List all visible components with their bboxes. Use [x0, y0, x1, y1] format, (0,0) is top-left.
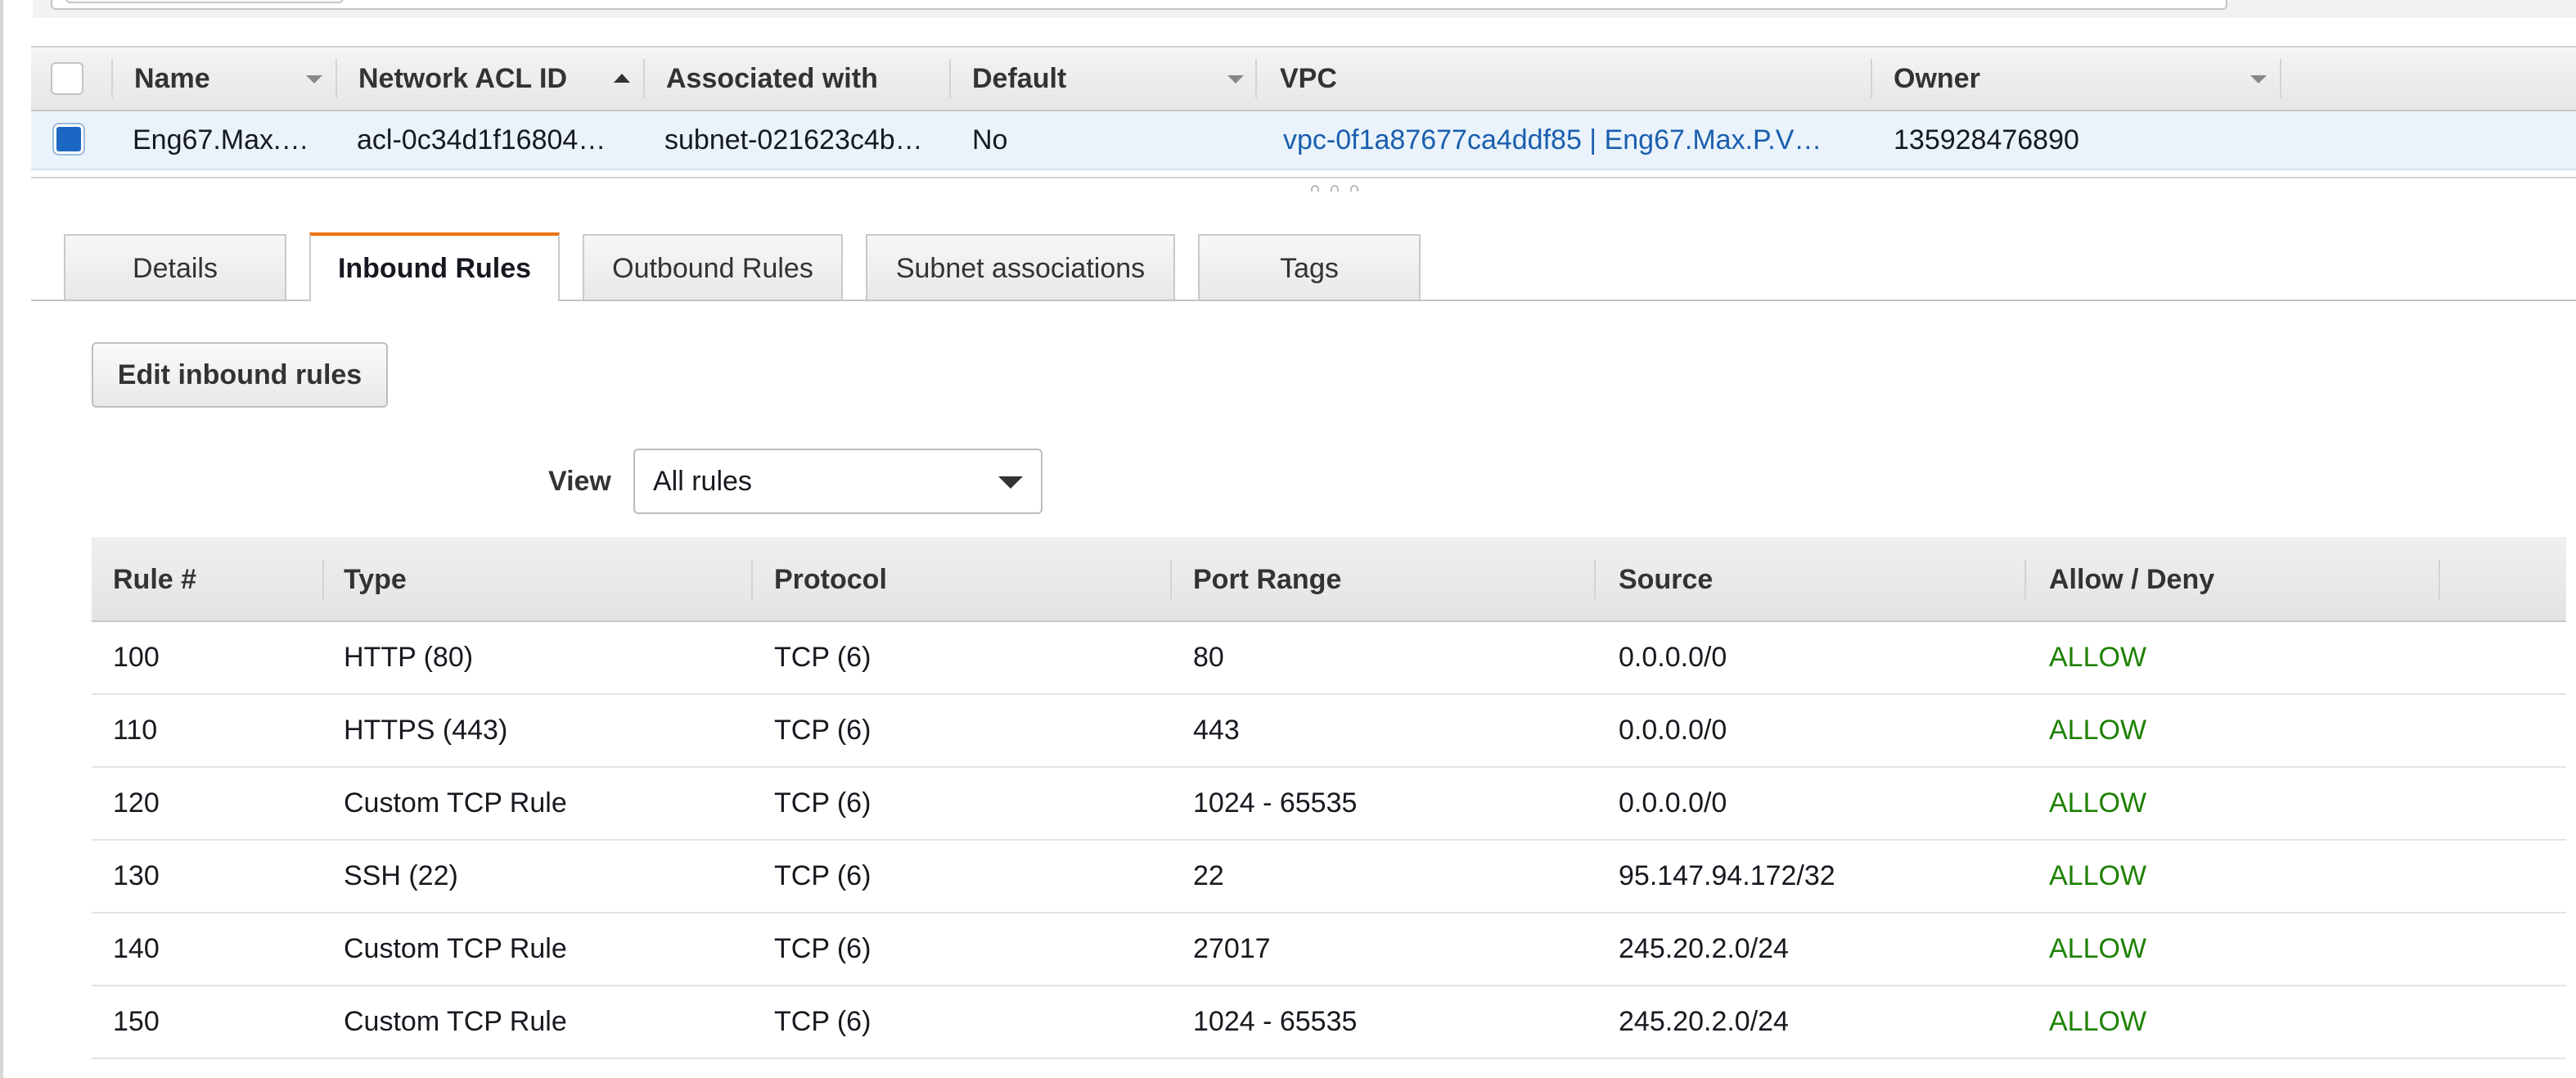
column-divider [322, 560, 324, 599]
row-checkbox[interactable] [54, 124, 83, 154]
column-header-vpc[interactable]: VPC [1280, 47, 1337, 110]
cell-protocol: TCP (6) [774, 933, 871, 964]
cell-port-range: 1024 - 65535 [1193, 1006, 1358, 1037]
cell-rule-number: 130 [113, 860, 160, 891]
column-divider [2280, 59, 2281, 98]
cell-port-range: 27017 [1193, 933, 1271, 964]
cell-port-range: 1024 - 65535 [1193, 787, 1358, 819]
resize-grip-icon[interactable] [1350, 185, 1358, 192]
table-row: 130 SSH (22) TCP (6) 22 95.147.94.172/32… [92, 841, 2566, 913]
tab-outbound-rules[interactable]: Outbound Rules [583, 234, 843, 300]
cell-protocol: TCP (6) [774, 787, 871, 819]
resize-grip-icon[interactable] [1311, 185, 1319, 192]
page-left-border [0, 0, 3, 1078]
column-divider [643, 59, 645, 98]
column-header-name[interactable]: Name [134, 47, 210, 110]
cell-type: HTTPS (443) [344, 715, 508, 746]
cell-source: 0.0.0.0/0 [1619, 787, 1727, 819]
cell-port-range: 443 [1193, 715, 1240, 746]
cell-protocol: TCP (6) [774, 642, 871, 673]
cell-port-range: 22 [1193, 860, 1224, 891]
cell-associated-with: subnet-021623c4b… [664, 124, 923, 156]
cell-allow-deny: ALLOW [2049, 787, 2147, 819]
acl-table-header: Name Network ACL ID Associated with Defa… [31, 46, 2576, 111]
column-header-source: Source [1619, 564, 1714, 595]
column-divider [336, 59, 337, 98]
cell-type: HTTP (80) [344, 642, 474, 673]
cell-allow-deny: ALLOW [2049, 1006, 2147, 1037]
column-header-allow-deny: Allow / Deny [2049, 564, 2215, 595]
table-row: 120 Custom TCP Rule TCP (6) 1024 - 65535… [92, 768, 2566, 841]
tab-tags[interactable]: Tags [1198, 234, 1421, 300]
cell-name: Eng67.Max.… [133, 124, 309, 156]
cell-owner: 135928476890 [1894, 124, 2079, 156]
column-header-default[interactable]: Default [972, 47, 1066, 110]
cell-network-acl-id: acl-0c34d1f16804… [357, 124, 606, 156]
column-header-type: Type [344, 564, 407, 595]
column-divider [2024, 560, 2026, 599]
cell-allow-deny: ALLOW [2049, 715, 2147, 746]
column-divider [2439, 560, 2440, 599]
table-row: 140 Custom TCP Rule TCP (6) 27017 245.20… [92, 913, 2566, 986]
sort-caret-up-icon[interactable] [614, 74, 630, 83]
column-divider [111, 59, 113, 98]
filter-search-input[interactable] [51, 0, 2227, 10]
cell-source: 0.0.0.0/0 [1619, 642, 1727, 673]
vpc-link[interactable]: vpc-0f1a87677ca4ddf85 | Eng67.Max.P.V… [1283, 111, 1872, 169]
column-divider [1170, 560, 1172, 599]
cell-type: Custom TCP Rule [344, 933, 567, 964]
column-header-protocol: Protocol [774, 564, 887, 595]
cell-port-range: 80 [1193, 642, 1224, 673]
resize-grip-icon[interactable] [1331, 185, 1339, 192]
tab-details[interactable]: Details [64, 234, 286, 300]
cell-allow-deny: ALLOW [2049, 642, 2147, 673]
cell-type: SSH (22) [344, 860, 458, 891]
chevron-down-icon[interactable] [998, 476, 1023, 489]
select-all-checkbox[interactable] [51, 62, 83, 95]
sort-caret-down-icon[interactable] [1227, 75, 1244, 83]
edit-inbound-rules-button[interactable]: Edit inbound rules [92, 342, 388, 408]
sort-caret-down-icon[interactable] [2250, 75, 2267, 83]
column-divider [751, 560, 753, 599]
column-header-associated-with[interactable]: Associated with [666, 47, 878, 110]
cell-allow-deny: ALLOW [2049, 860, 2147, 891]
column-divider [949, 59, 951, 98]
column-divider [1594, 560, 1596, 599]
acl-table-row[interactable]: Eng67.Max.… acl-0c34d1f16804… subnet-021… [31, 111, 2576, 170]
view-select[interactable]: All rules [633, 449, 1043, 514]
cell-rule-number: 120 [113, 787, 160, 819]
cell-protocol: TCP (6) [774, 860, 871, 891]
cell-protocol: TCP (6) [774, 1006, 871, 1037]
sort-caret-down-icon[interactable] [306, 75, 322, 83]
cell-rule-number: 140 [113, 933, 160, 964]
cell-source: 95.147.94.172/32 [1619, 860, 1835, 891]
column-divider [1255, 59, 1257, 98]
cell-source: 245.20.2.0/24 [1619, 933, 1789, 964]
cell-rule-number: 150 [113, 1006, 160, 1037]
filter-chip[interactable] [65, 0, 344, 3]
cell-default: No [972, 124, 1008, 156]
view-selected-value: All rules [653, 466, 752, 497]
column-header-network-acl-id[interactable]: Network ACL ID [358, 47, 567, 110]
cell-source: 0.0.0.0/0 [1619, 715, 1727, 746]
cell-source: 245.20.2.0/24 [1619, 1006, 1789, 1037]
cell-protocol: TCP (6) [774, 715, 871, 746]
panel-splitter[interactable] [31, 177, 2576, 178]
view-label: View [548, 466, 611, 497]
rules-table-header: Rule # Type Protocol Port Range Source A… [92, 537, 2566, 622]
table-row: 100 HTTP (80) TCP (6) 80 0.0.0.0/0 ALLOW [92, 622, 2566, 695]
cell-type: Custom TCP Rule [344, 1006, 567, 1037]
tab-inbound-rules[interactable]: Inbound Rules [309, 232, 560, 301]
cell-rule-number: 110 [113, 715, 158, 746]
table-row: 150 Custom TCP Rule TCP (6) 1024 - 65535… [92, 986, 2566, 1059]
tab-subnet-associations[interactable]: Subnet associations [866, 234, 1175, 300]
column-header-port-range: Port Range [1193, 564, 1342, 595]
cell-rule-number: 100 [113, 642, 160, 673]
column-header-rule-number: Rule # [113, 564, 197, 595]
table-row: 110 HTTPS (443) TCP (6) 443 0.0.0.0/0 AL… [92, 695, 2566, 768]
column-header-owner[interactable]: Owner [1894, 47, 1980, 110]
column-divider [1871, 59, 1872, 98]
cell-type: Custom TCP Rule [344, 787, 567, 819]
cell-allow-deny: ALLOW [2049, 933, 2147, 964]
